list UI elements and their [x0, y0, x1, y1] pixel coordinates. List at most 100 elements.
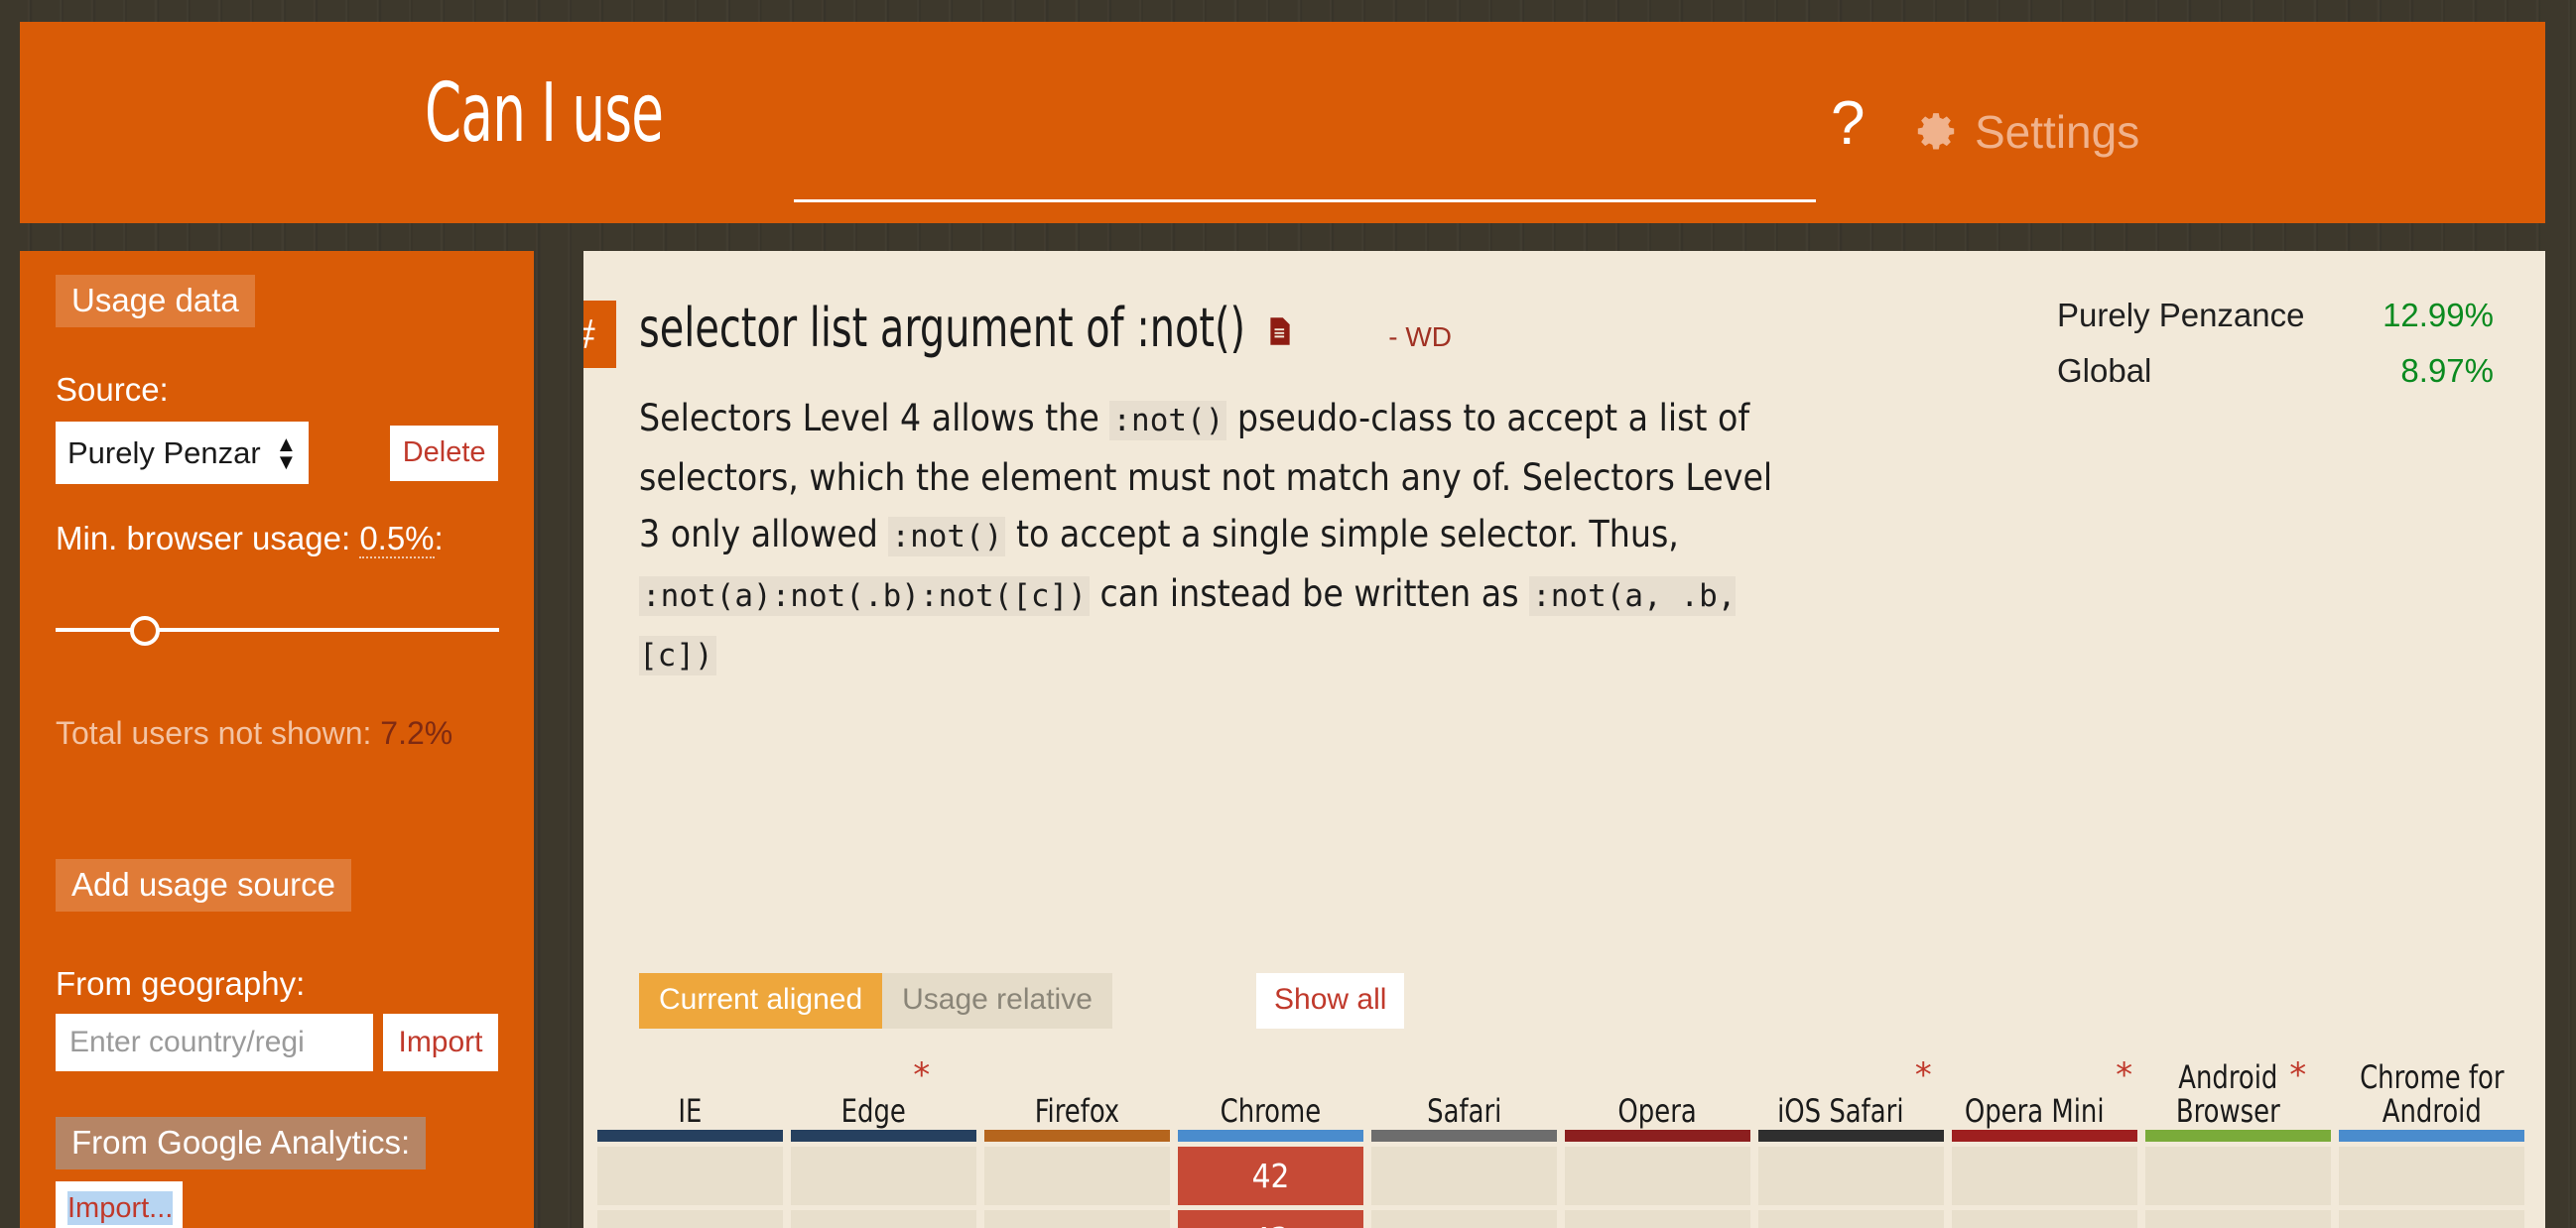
- browser-note-asterisk-icon[interactable]: *: [2116, 1058, 2132, 1092]
- google-analytics-import-button[interactable]: Import...: [56, 1181, 183, 1228]
- slider-track[interactable]: [56, 628, 499, 632]
- min-usage-slider[interactable]: [56, 610, 499, 650]
- browser-name-label: iOS Safari: [1777, 1092, 1904, 1130]
- google-analytics-import-label: Import...: [67, 1190, 174, 1226]
- version-cell-empty: [1565, 1210, 1750, 1228]
- browser-color-bar: [1758, 1130, 1944, 1142]
- browser-support-table: IE 8Edge* Firefox 383940Chrome 424344454647 S…: [597, 1044, 2545, 1228]
- browser-column-header: Edge *: [791, 1044, 976, 1130]
- settings-link[interactable]: Settings: [1915, 109, 2139, 155]
- browser-column-header: Chrome: [1178, 1044, 1363, 1130]
- from-geography-label: From geography:: [56, 965, 306, 1002]
- browser-color-bar: [2145, 1130, 2331, 1142]
- tab-usage-relative[interactable]: Usage relative: [882, 973, 1112, 1029]
- browser-color-bar: [791, 1130, 976, 1142]
- browser-color-bar: [984, 1130, 1170, 1142]
- search-box[interactable]: [794, 131, 1816, 202]
- browser-color-bar: [1952, 1130, 2137, 1142]
- version-cell-empty: [1565, 1147, 1750, 1205]
- version-cell-empty: [597, 1147, 783, 1205]
- delete-source-button[interactable]: Delete: [390, 425, 498, 481]
- slider-thumb[interactable]: [130, 616, 160, 646]
- browser-column-header: Opera Mini *: [1952, 1044, 2137, 1130]
- browser-name-label: Android Browser: [2175, 1058, 2280, 1130]
- browser-column: Firefox 383940: [984, 1044, 1170, 1228]
- version-cell-empty: [1758, 1210, 1944, 1228]
- source-label: Source:: [56, 371, 169, 408]
- browser-version-cells: [1952, 1147, 2137, 1228]
- usage-data-heading: Usage data: [56, 275, 255, 327]
- version-cell-empty: [1758, 1147, 1944, 1205]
- browser-column: IE 8: [597, 1044, 783, 1228]
- browser-column-header: Firefox: [984, 1044, 1170, 1130]
- version-cell-empty: [791, 1210, 976, 1228]
- browser-color-bar: [597, 1130, 783, 1142]
- usage-global-pct: 8.97%: [2400, 352, 2494, 389]
- settings-label: Settings: [1975, 106, 2140, 158]
- browser-color-bar: [1178, 1130, 1363, 1142]
- browser-color-bar: [2339, 1130, 2524, 1142]
- usage-summary: Purely Penzance 12.99% Global 8.97%: [2057, 297, 2494, 408]
- geography-import-button[interactable]: Import: [383, 1014, 498, 1071]
- browser-column-header: iOS Safari *: [1758, 1044, 1944, 1130]
- version-cell-empty: [984, 1210, 1170, 1228]
- permalink-hash-button[interactable]: #: [583, 301, 616, 368]
- browser-column-header: Safari: [1371, 1044, 1557, 1130]
- min-usage-prefix: Min. browser usage:: [56, 520, 360, 556]
- spec-status-label: - WD: [1388, 321, 1452, 352]
- help-question-mark-icon[interactable]: ?: [1831, 93, 1865, 155]
- site-logo: Can I use: [425, 66, 664, 161]
- browser-note-asterisk-icon[interactable]: *: [2289, 1058, 2306, 1092]
- browser-note-asterisk-icon[interactable]: *: [913, 1058, 930, 1092]
- site-header: Can I use ? Settings: [20, 22, 2545, 223]
- browser-version-cells: 4.1: [2145, 1147, 2331, 1228]
- browser-column: Opera Mini *: [1952, 1044, 2137, 1228]
- search-input[interactable]: [794, 131, 1816, 202]
- version-cell[interactable]: 42: [1178, 1147, 1363, 1205]
- source-select[interactable]: Purely Penzar ▲ ▼: [56, 422, 310, 484]
- browser-version-cells: [791, 1147, 976, 1228]
- source-row: Purely Penzar ▲ ▼ Delete: [56, 422, 498, 484]
- browser-color-bar: [1565, 1130, 1750, 1142]
- browser-column-header: Opera: [1565, 1044, 1750, 1130]
- browser-name-label: Opera: [1617, 1092, 1698, 1130]
- version-cell-empty: [597, 1210, 783, 1228]
- browser-version-cells: 8: [597, 1147, 783, 1228]
- version-cell-empty: [2339, 1147, 2524, 1205]
- browser-name-label: Safari: [1426, 1092, 1502, 1130]
- tab-current-aligned[interactable]: Current aligned: [639, 973, 883, 1029]
- browser-version-cells: 7.18: [1758, 1147, 1944, 1228]
- browser-version-cells: 424344454647: [1178, 1147, 1363, 1228]
- min-usage-suffix: :: [434, 520, 444, 556]
- show-all-button[interactable]: Show all: [1256, 973, 1405, 1029]
- geography-input[interactable]: [56, 1014, 373, 1071]
- browser-version-cells: [1371, 1147, 1557, 1228]
- version-cell-empty: [2145, 1147, 2331, 1205]
- feature-panel: # selector list argument of :not() - WD …: [583, 251, 2545, 1228]
- from-google-analytics-label: From Google Analytics:: [56, 1117, 427, 1169]
- browser-column-header: IE: [597, 1044, 783, 1130]
- usage-data-sidebar: Usage data Source: Purely Penzar ▲ ▼ Dele…: [20, 251, 534, 1228]
- browser-version-cells: 383940: [984, 1147, 1170, 1228]
- browser-column: Chrome 424344454647: [1178, 1044, 1363, 1228]
- version-cell[interactable]: 43: [1178, 1210, 1363, 1228]
- browser-note-asterisk-icon[interactable]: *: [1915, 1058, 1932, 1092]
- feature-title-text: selector list argument of :not(): [639, 297, 1246, 359]
- usage-source-name: Purely Penzance: [2057, 297, 2305, 333]
- gear-icon: [1915, 111, 1957, 153]
- browser-column-header: Android Browser *: [2145, 1044, 2331, 1130]
- min-usage-value: 0.5%: [359, 520, 435, 558]
- min-browser-usage-label: Min. browser usage: 0.5%:: [56, 520, 498, 558]
- version-cell-empty: [1371, 1147, 1557, 1205]
- total-users-not-shown: Total users not shown: 7.2%: [56, 715, 498, 752]
- browser-version-cells: [1565, 1147, 1750, 1228]
- browser-name-label: Firefox: [1034, 1092, 1120, 1130]
- geography-row: Import: [56, 1014, 498, 1071]
- add-usage-source-button[interactable]: Add usage source: [56, 859, 352, 912]
- browser-column: Chrome for Android: [2339, 1044, 2524, 1228]
- version-cell-empty: [2339, 1210, 2524, 1228]
- browser-name-label: Chrome for Android: [2359, 1058, 2505, 1130]
- browser-name-label: IE: [678, 1092, 703, 1130]
- version-cell-empty: [2145, 1210, 2331, 1228]
- browser-column: Android Browser * 4.1: [2145, 1044, 2331, 1228]
